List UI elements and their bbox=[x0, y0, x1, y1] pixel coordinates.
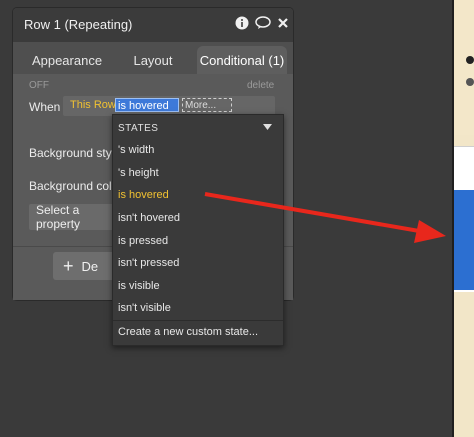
arrow-shaft bbox=[204, 192, 426, 234]
arrow-head bbox=[414, 220, 446, 243]
annotation-arrow bbox=[204, 192, 446, 243]
